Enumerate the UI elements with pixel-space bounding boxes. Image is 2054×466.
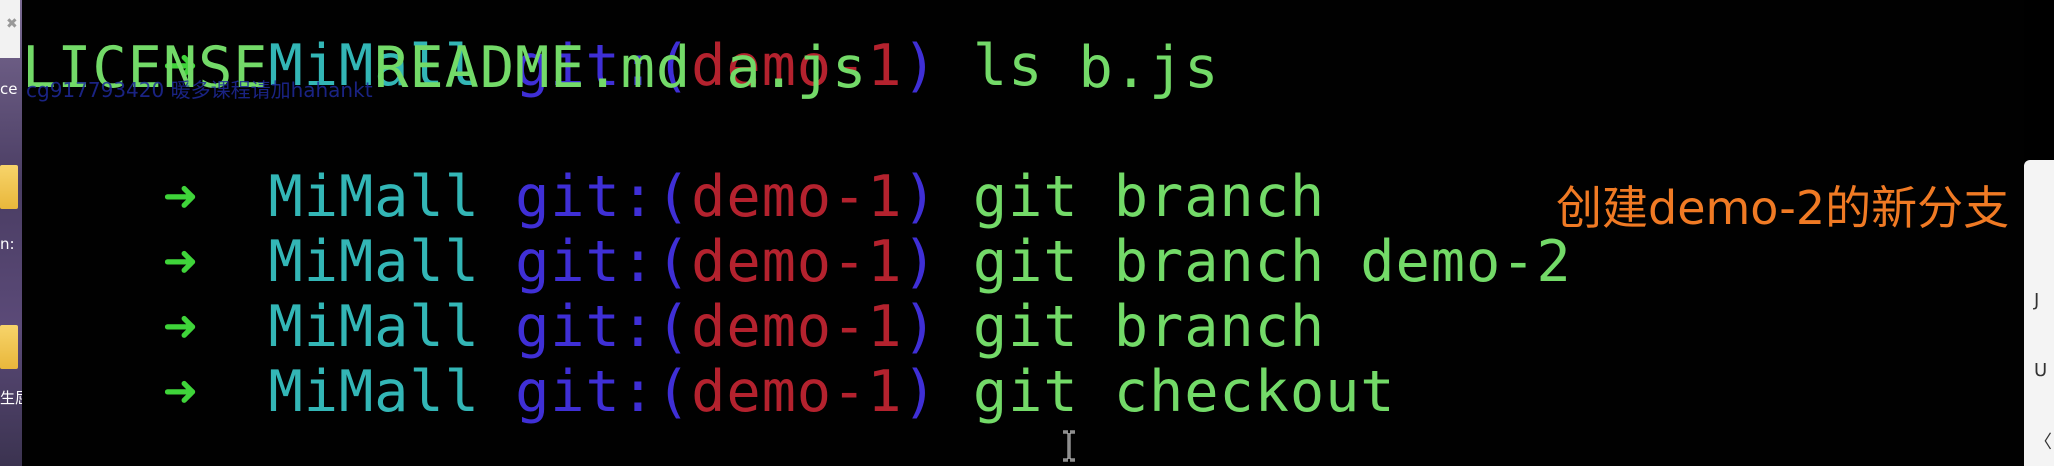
folder-icon[interactable]: [0, 325, 18, 369]
terminal-line: ➜ MiMall git:(demo-1) git checkout: [22, 296, 1396, 466]
video-watermark: cg917793420 暖多课程请加hahankt: [26, 78, 373, 102]
annotation-text: 创建demo-2的新分支: [1556, 181, 2010, 235]
panel-glyph: U: [2034, 360, 2048, 381]
prompt-git-close: ): [902, 359, 938, 425]
desktop-text-1: ce: [0, 80, 18, 98]
desktop-left-strip: ✖ ce n: 生屈: [0, 0, 22, 466]
chevron-left-icon[interactable]: 〈: [2034, 428, 2052, 454]
text-cursor-icon: [1063, 430, 1075, 462]
window-edge: ✖: [0, 0, 20, 58]
folder-icon[interactable]: [0, 165, 18, 209]
prompt-git: git:(: [515, 359, 692, 425]
desktop-text-3: 生屈: [0, 389, 22, 407]
right-side-panel[interactable]: J U 〈: [2024, 160, 2054, 466]
close-icon[interactable]: ✖: [6, 16, 18, 32]
prompt-branch: demo-1: [691, 359, 903, 425]
desktop-text-2: n:: [0, 235, 15, 253]
arrow-right-icon: ➜: [162, 359, 199, 425]
panel-glyph: J: [2034, 290, 2040, 311]
prompt-directory: MiMall: [268, 359, 480, 425]
command-text: git checkout: [972, 359, 1396, 425]
